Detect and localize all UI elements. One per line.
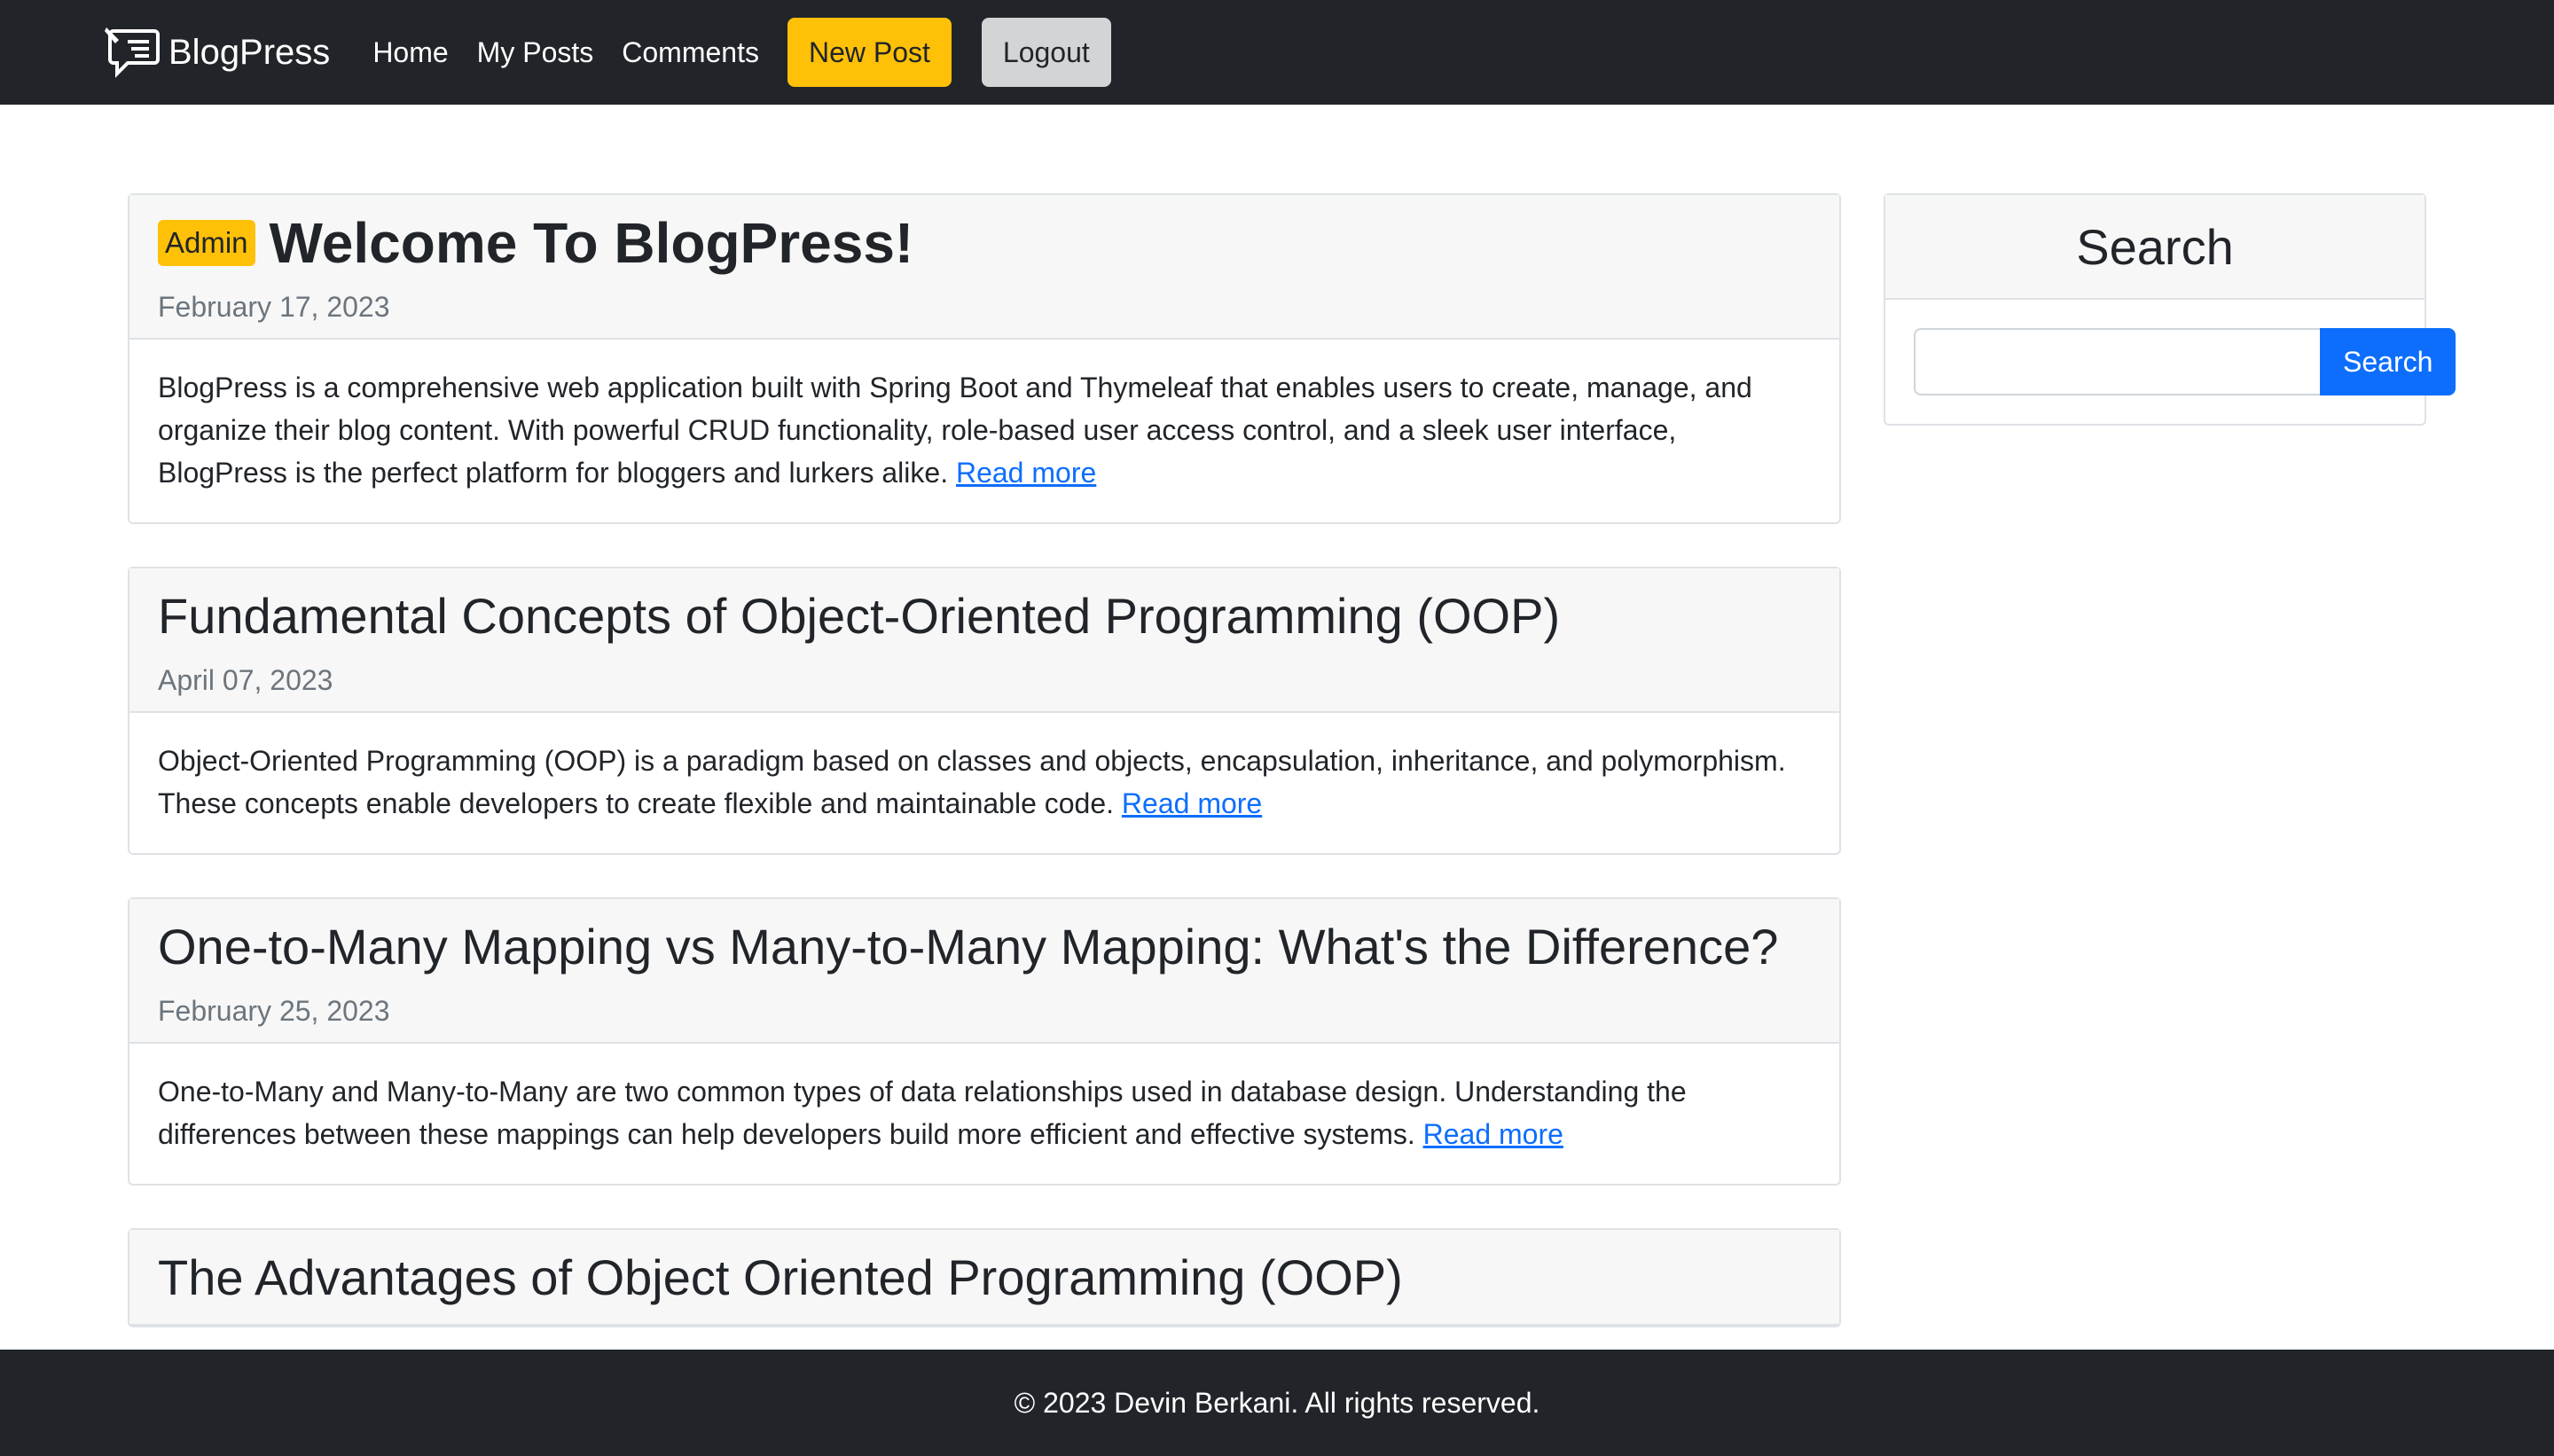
post-title-row: Admin Welcome To BlogPress! <box>158 211 1811 275</box>
nav-home[interactable]: Home <box>372 36 448 69</box>
post-card-header: Fundamental Concepts of Object-Oriented … <box>129 568 1839 713</box>
post-title[interactable]: The Advantages of Object Oriented Progra… <box>158 1246 1811 1310</box>
post-title[interactable]: One-to-Many Mapping vs Many-to-Many Mapp… <box>158 915 1811 979</box>
footer: © 2023 Devin Berkani. All rights reserve… <box>0 1350 2554 1456</box>
footer-copyright: © 2023 Devin Berkani. All rights reserve… <box>1014 1386 1540 1419</box>
post-excerpt-body: One-to-Many and Many-to-Many are two com… <box>129 1044 1839 1184</box>
post-excerpt-body: Object-Oriented Programming (OOP) is a p… <box>129 713 1839 853</box>
read-more-link[interactable]: Read more <box>956 457 1096 489</box>
post-list: Admin Welcome To BlogPress! February 17,… <box>128 193 1841 1350</box>
post-card-header: The Advantages of Object Oriented Progra… <box>129 1230 1839 1326</box>
sidebar: Search Search <box>1884 193 2456 426</box>
post-card: Fundamental Concepts of Object-Oriented … <box>128 567 1841 855</box>
post-card: Admin Welcome To BlogPress! February 17,… <box>128 193 1841 524</box>
read-more-link[interactable]: Read more <box>1423 1118 1563 1150</box>
post-excerpt-body: BlogPress is a comprehensive web applica… <box>129 340 1839 522</box>
post-title[interactable]: Fundamental Concepts of Object-Oriented … <box>158 584 1811 648</box>
search-card: Search Search <box>1884 193 2456 426</box>
nav-comments[interactable]: Comments <box>622 36 759 69</box>
post-excerpt: Object-Oriented Programming (OOP) is a p… <box>158 745 1786 819</box>
post-card-header: One-to-Many Mapping vs Many-to-Many Mapp… <box>129 899 1839 1044</box>
post-date: February 17, 2023 <box>158 291 390 323</box>
brand-name: BlogPress <box>168 32 331 72</box>
search-input[interactable] <box>1914 328 2320 395</box>
logout-button[interactable]: Logout <box>981 18 1111 87</box>
brand-link[interactable]: BlogPress <box>105 24 330 81</box>
post-card-header: Admin Welcome To BlogPress! February 17,… <box>129 195 1839 340</box>
search-title: Search <box>1885 195 2425 300</box>
chat-bubble-pen-icon <box>105 27 160 78</box>
post-card: The Advantages of Object Oriented Progra… <box>128 1228 1841 1327</box>
post-excerpt: BlogPress is a comprehensive web applica… <box>158 372 1752 489</box>
post-date: February 25, 2023 <box>158 995 390 1027</box>
post-date: April 07, 2023 <box>158 664 333 696</box>
post-title[interactable]: Welcome To BlogPress! <box>270 211 914 275</box>
navbar: BlogPress Home My Posts Comments New Pos… <box>0 0 2554 105</box>
read-more-link[interactable]: Read more <box>1122 787 1262 819</box>
admin-badge: Admin <box>158 220 255 266</box>
post-card: One-to-Many Mapping vs Many-to-Many Mapp… <box>128 897 1841 1186</box>
search-form: Search <box>1885 300 2456 424</box>
new-post-button[interactable]: New Post <box>787 18 952 87</box>
nav-my-posts[interactable]: My Posts <box>477 36 594 69</box>
search-button[interactable]: Search <box>2320 328 2456 395</box>
